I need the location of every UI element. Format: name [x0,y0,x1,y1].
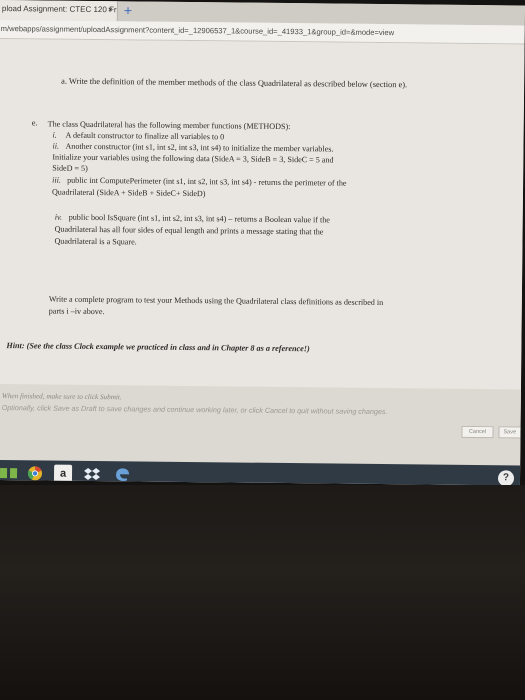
item-line: Quadrilateral is a Square. [54,236,137,247]
tab-close-icon[interactable]: × [108,5,113,14]
monitor-bezel [0,485,525,700]
item-number: ii. [52,141,60,151]
task-view-icon[interactable] [0,467,19,479]
cancel-button[interactable]: Cancel [461,425,494,439]
section-letter: e. [31,118,38,128]
edge-browser-icon[interactable] [113,466,131,482]
chrome-icon[interactable] [25,465,45,481]
taskbar: a ? [0,459,521,486]
save-button[interactable]: Save [498,426,525,439]
app-tile[interactable]: a [53,464,73,483]
new-tab-icon[interactable]: + [124,2,132,18]
item-number: iv. [54,212,63,222]
draft-instructions: Optionally, click Save as Draft to save … [1,403,388,417]
tab-title: pload Assignment: CTEC 120 Fr [1,4,117,15]
item-number: iii. [52,175,61,185]
item-number: i. [52,130,57,140]
dropbox-icon[interactable] [83,466,101,482]
monitor-screen: pload Assignment: CTEC 120 Fr × + m/weba… [0,0,525,486]
help-icon[interactable]: ? [497,470,515,486]
hint-text: Hint: (See the class Clock example we pr… [6,341,310,354]
browser-tab[interactable]: pload Assignment: CTEC 120 Fr × [0,0,118,22]
question-a-line: a. Write the definition of the member me… [61,76,408,90]
url-text: m/webapps/assignment/uploadAssignment?co… [0,24,395,38]
item-line: Initialize your variables using the foll… [52,152,334,165]
finish-instructions: When finished, make sure to click Submit… [1,392,122,402]
write-line: parts i –iv above. [48,306,105,317]
item-line: SideD = 5) [52,163,88,173]
item-line: Quadrilateral (SideA + SideB + SideC+ Si… [51,187,206,199]
assignment-page: a. Write the definition of the member me… [0,38,525,486]
